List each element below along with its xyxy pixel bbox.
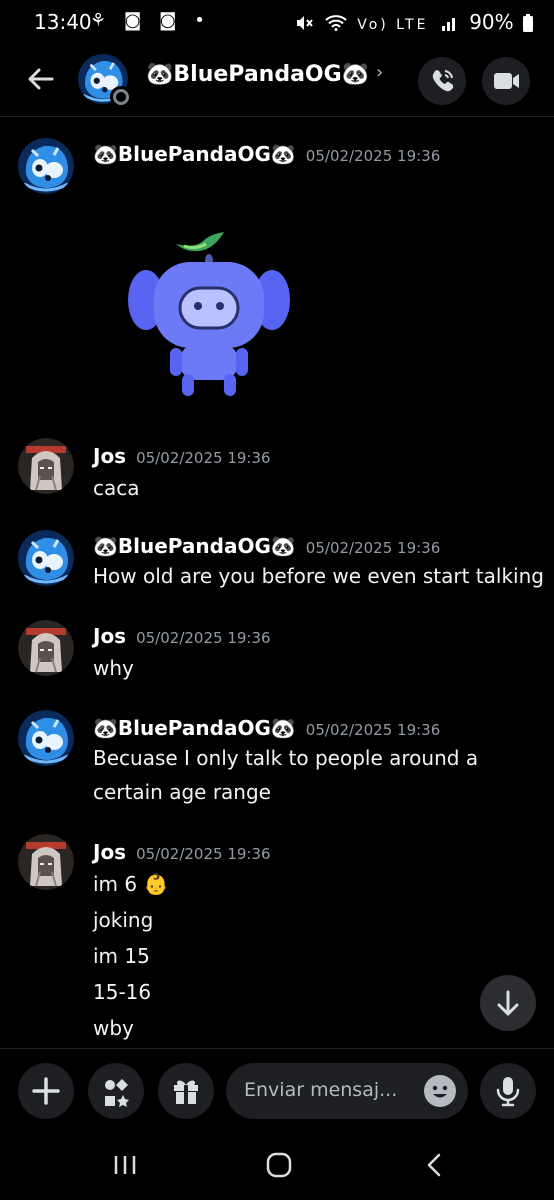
gift-button[interactable] xyxy=(158,1063,214,1119)
message[interactable]: 🐼BluePandaOG🐼 05/02/2025 19:36 How old ar… xyxy=(0,530,554,600)
message-header: Jos 05/02/2025 19:36 xyxy=(93,624,271,648)
message-timestamp: 05/02/2025 19:36 xyxy=(305,539,441,557)
message-text: why xyxy=(93,656,134,680)
message-timestamp: 05/02/2025 19:36 xyxy=(136,845,271,863)
emoji-icon[interactable] xyxy=(424,1075,456,1107)
message-composer: Enviar mensaj... xyxy=(0,1048,554,1133)
message[interactable]: Jos 05/02/2025 19:36 why xyxy=(0,620,554,690)
message-input[interactable]: Enviar mensaj... xyxy=(226,1063,468,1119)
message-text: caca xyxy=(93,476,140,500)
phone-icon xyxy=(432,70,454,92)
message-text: How old are you before we even start tal… xyxy=(93,564,544,588)
avatar[interactable] xyxy=(18,710,74,766)
apps-button[interactable] xyxy=(88,1063,144,1119)
message[interactable]: Jos 05/02/2025 19:36 im 6 👶 joking im 15 … xyxy=(0,834,554,1044)
signal-icon xyxy=(441,18,455,31)
message-header: 🐼BluePandaOG🐼 05/02/2025 19:36 xyxy=(93,142,440,166)
message-author[interactable]: 🐼BluePandaOG🐼 xyxy=(93,142,296,166)
message-timestamp: 05/02/2025 19:36 xyxy=(136,629,271,647)
message-author[interactable]: Jos xyxy=(93,624,126,648)
message-timestamp: 05/02/2025 19:36 xyxy=(136,449,271,467)
back-icon[interactable] xyxy=(420,1150,450,1180)
wifi-icon xyxy=(325,15,347,31)
message-author[interactable]: Jos xyxy=(93,444,126,468)
message-text: Becuase I only talk to people around a xyxy=(93,746,479,770)
arrow-down-icon xyxy=(497,990,519,1016)
avatar[interactable] xyxy=(18,438,74,494)
message-text: im 6 👶 xyxy=(93,872,169,896)
video-camera-icon xyxy=(494,73,519,89)
apps-icon xyxy=(105,1079,129,1107)
mute-icon xyxy=(296,16,313,30)
recent-apps-icon[interactable] xyxy=(110,1150,140,1180)
panda-avatar-icon xyxy=(18,710,74,766)
jos-avatar-icon xyxy=(18,620,74,676)
plus-icon xyxy=(32,1077,60,1105)
jos-avatar-icon xyxy=(18,438,74,494)
header-username[interactable]: 🐼BluePandaOG🐼 xyxy=(146,62,369,87)
avatar[interactable] xyxy=(18,834,74,890)
network-label: Vo) LTE xyxy=(357,17,429,33)
home-icon[interactable] xyxy=(264,1150,294,1180)
jump-to-bottom-button[interactable] xyxy=(480,975,536,1031)
message-header: Jos 05/02/2025 19:36 xyxy=(93,444,271,468)
message-author[interactable]: 🐼BluePandaOG🐼 xyxy=(93,716,296,740)
message-input-placeholder: Enviar mensaj... xyxy=(244,1079,398,1101)
status-time: 13:40 xyxy=(34,10,92,34)
gift-icon xyxy=(174,1080,198,1104)
message-text: wby xyxy=(93,1016,134,1040)
status-bar: 13:40 ⚘ ◙ ◙ • Vo) LTE 90% xyxy=(0,0,554,44)
panda-avatar-icon xyxy=(18,138,74,194)
message-timestamp: 05/02/2025 19:36 xyxy=(305,721,441,739)
message-text: 15-16 xyxy=(93,980,152,1004)
message-author[interactable]: 🐼BluePandaOG🐼 xyxy=(93,534,296,558)
message[interactable]: 🐼BluePandaOG🐼 05/02/2025 19:36 Becuase I … xyxy=(0,710,554,810)
message-text: im 15 xyxy=(93,944,150,968)
battery-percent: 90% xyxy=(469,10,514,34)
message-text: certain age range xyxy=(93,780,271,804)
battery-icon xyxy=(523,14,533,32)
message-header: 🐼BluePandaOG🐼 05/02/2025 19:36 xyxy=(93,716,440,740)
avatar[interactable] xyxy=(18,530,74,586)
chat-header: 🐼BluePandaOG🐼 › xyxy=(0,44,554,117)
message-author[interactable]: Jos xyxy=(93,840,126,864)
arrow-left-icon[interactable] xyxy=(24,62,58,96)
offline-status-indicator xyxy=(110,86,132,108)
voice-call-button[interactable] xyxy=(418,57,466,105)
voice-message-button[interactable] xyxy=(480,1063,536,1119)
attach-button[interactable] xyxy=(18,1063,74,1119)
status-right: Vo) LTE 90% xyxy=(295,10,535,34)
message[interactable]: Jos 05/02/2025 19:36 caca xyxy=(0,438,554,508)
message-text: joking xyxy=(93,908,154,932)
chevron-right-icon[interactable]: › xyxy=(376,62,383,83)
jos-avatar-icon xyxy=(18,834,74,890)
system-navigation-bar xyxy=(0,1132,554,1200)
message-header: Jos 05/02/2025 19:36 xyxy=(93,840,271,864)
emoji-face-icon xyxy=(432,1085,448,1098)
avatar[interactable] xyxy=(18,138,74,194)
avatar[interactable] xyxy=(18,620,74,676)
wumpus-sticker[interactable] xyxy=(124,226,294,402)
status-notification-icons: ⚘ ◙ ◙ • xyxy=(90,10,211,31)
message-timestamp: 05/02/2025 19:36 xyxy=(305,147,441,165)
microphone-icon xyxy=(496,1077,520,1107)
message-header: 🐼BluePandaOG🐼 05/02/2025 19:36 xyxy=(93,534,440,558)
video-call-button[interactable] xyxy=(482,57,530,105)
panda-avatar-icon xyxy=(18,530,74,586)
